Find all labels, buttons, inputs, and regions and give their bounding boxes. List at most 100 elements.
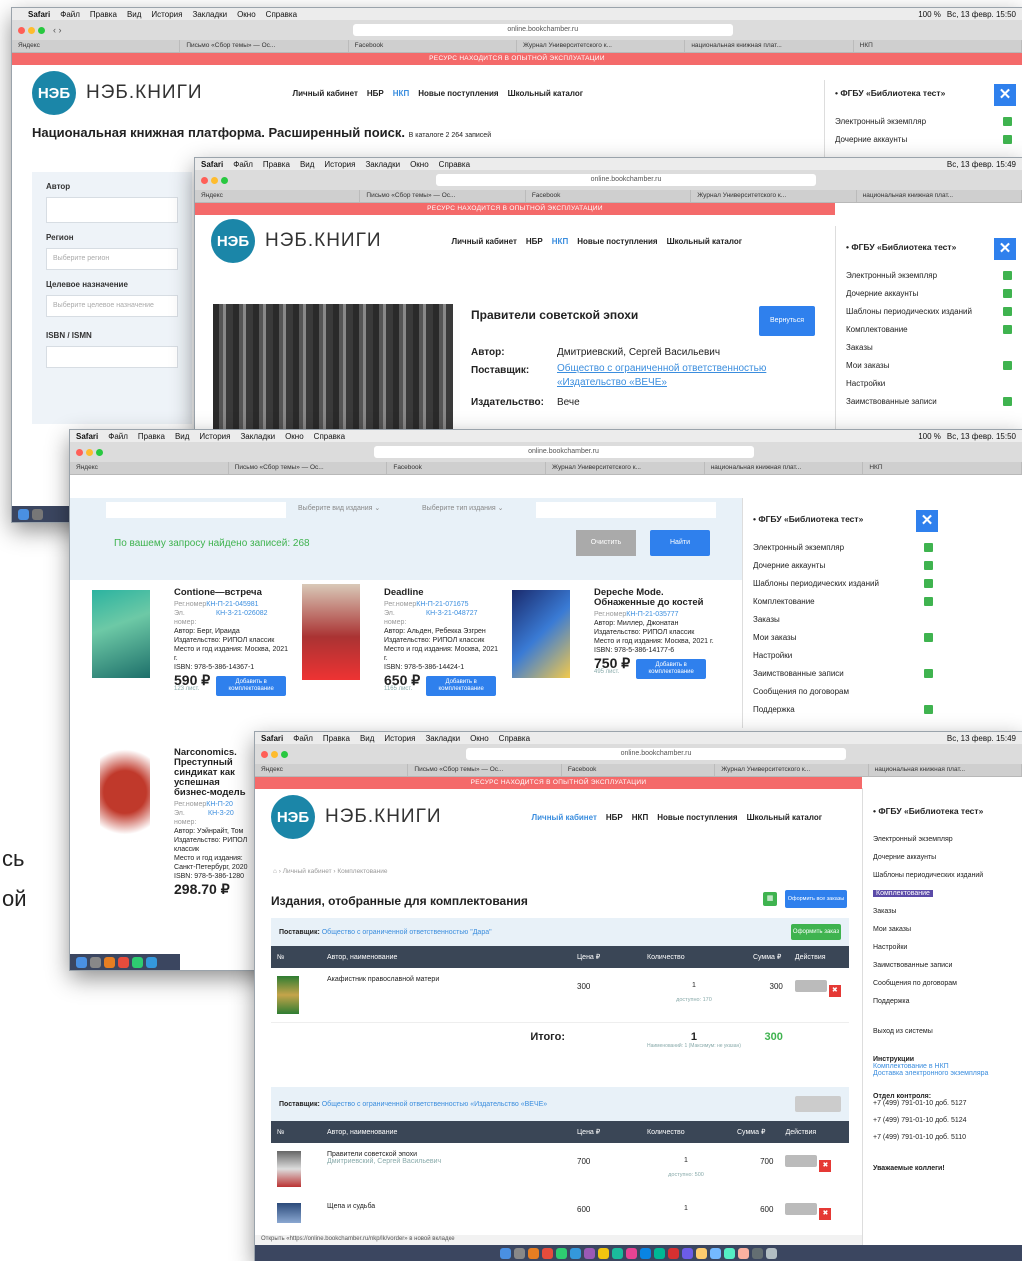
plus-icon[interactable] [1003,360,1012,370]
filter-input-2[interactable] [536,502,716,518]
menu-history[interactable]: История [384,734,415,743]
menu-edit[interactable]: Правка [263,160,290,169]
book-title[interactable]: Narconomics. Преступный синдикат как усп… [174,748,256,798]
delete-icon[interactable]: ✖ [819,1208,832,1220]
tab-facebook[interactable]: Facebook [349,40,517,52]
menu-history[interactable]: История [324,160,355,169]
delete-icon[interactable]: ✖ [828,985,841,997]
nav-cabinet[interactable]: Личный кабинет [293,89,358,98]
back-button[interactable]: Вернуться [759,306,815,336]
menu-history[interactable]: История [151,10,182,19]
side-item-support[interactable]: Поддержка [753,700,933,718]
tab-journal[interactable]: Журнал Университетского к... [546,462,705,474]
instr-link-2[interactable]: Доставка электронного экземпляра [873,1070,1012,1077]
tab-nkp[interactable]: НКП [854,40,1022,52]
plus-icon[interactable] [924,578,933,588]
menu-app[interactable]: Safari [201,160,223,169]
row-name[interactable]: Правители советской эпохи [327,1151,565,1158]
email-3[interactable] [873,1141,1012,1151]
email-1[interactable] [873,1107,1012,1117]
menu-view[interactable]: Вид [360,734,374,743]
order-all-button[interactable]: Оформить все заказы [785,890,847,908]
el-value[interactable]: КН-З-21-048727 [426,609,478,627]
nav-new[interactable]: Новые поступления [577,237,657,246]
plus-icon[interactable] [1003,288,1012,298]
row-name[interactable]: Щепа и судьба [321,1195,571,1231]
plus-icon[interactable] [924,542,933,552]
side-item-child-accounts[interactable]: Дочерние аккаунты [835,130,1012,148]
menu-help[interactable]: Справка [314,432,345,441]
window-controls[interactable] [18,26,45,34]
menu-window[interactable]: Окно [285,432,304,441]
email-2[interactable] [873,1124,1012,1134]
menu-bookmarks[interactable]: Закладки [240,432,275,441]
side-item-templates[interactable]: Шаблоны периодических изданий [753,574,933,592]
cover-narconomics[interactable] [100,748,150,858]
side-item-eexemplar[interactable]: Электронный экземпляр [753,538,933,556]
supplier-link[interactable]: Общество с ограниченной ответственностью… [322,929,492,936]
tab-facebook[interactable]: Facebook [562,764,716,776]
menu-view[interactable]: Вид [300,160,314,169]
plus-icon[interactable] [1003,134,1012,144]
kind-select[interactable]: Выберите вид издания ⌄ [298,504,380,512]
menu-file[interactable]: Файл [293,734,313,743]
tab-yandex[interactable]: Яндекс [255,764,409,776]
clear-button[interactable]: Очистить [576,530,636,556]
menu-history[interactable]: История [199,432,230,441]
side-item-templates[interactable]: Шаблоны периодических изданий [846,302,1012,320]
menu-edit[interactable]: Правка [90,10,117,19]
side-item-support[interactable]: Поддержка [873,992,1012,1010]
tab-mail[interactable]: Письмо «Сбор темы» — Ос... [408,764,562,776]
side-item-orders[interactable]: Заказы [846,338,1012,356]
isbn-input[interactable] [46,346,178,368]
tab-mail[interactable]: Письмо «Сбор темы» — Ос... [360,190,526,202]
menu-file[interactable]: Файл [233,160,253,169]
cover-deadline[interactable] [302,584,360,680]
close-icon[interactable]: ✕ [994,238,1016,260]
tab-journal[interactable]: Журнал Университетского к... [691,190,857,202]
add-to-acquisition-button[interactable]: Добавить в комплектование [216,676,287,696]
side-item-my-orders[interactable]: Мои заказы [753,628,933,646]
qty-input[interactable]: 1 [647,982,741,989]
add-to-acquisition-button[interactable]: Добавить в комплектование [636,659,707,679]
reg-value[interactable]: КН-П-21-035777 [626,611,678,618]
cover-depeche[interactable] [512,590,570,678]
nav-cabinet[interactable]: Личный кабинет [452,237,517,246]
order-button[interactable]: Оформить заказ [791,924,841,940]
tab-yandex[interactable]: Яндекс [70,462,229,474]
side-item-orders[interactable]: Заказы [873,902,1012,920]
menu-help[interactable]: Справка [499,734,530,743]
window-controls[interactable] [76,448,103,456]
back-forward-icon[interactable]: ‹ › [53,25,62,35]
plus-icon[interactable] [1003,324,1012,334]
el-value[interactable]: КН-З-20 [208,809,234,827]
tab-nkp[interactable]: НКП [863,462,1022,474]
menu-edit[interactable]: Правка [323,734,350,743]
side-item-eexemplar[interactable]: Электронный экземпляр [835,112,1012,130]
book-title[interactable]: Deadline [384,588,502,598]
menu-app[interactable]: Safari [28,10,50,19]
region-select[interactable]: Выберите регион [46,248,178,270]
purpose-select[interactable]: Выберите целевое назначение [46,295,178,317]
filter-input[interactable] [106,502,286,518]
tab-yandex[interactable]: Яндекс [12,40,181,52]
book-title[interactable]: Depeche Mode. Обнаженные до костей [594,588,724,608]
address-bar[interactable]: online.bookchamber.ru [352,24,733,36]
edit-button[interactable] [785,1155,818,1167]
nav-new[interactable]: Новые поступления [657,813,737,822]
menu-view[interactable]: Вид [127,10,141,19]
edit-button[interactable] [785,1203,818,1215]
tab-facebook[interactable]: Facebook [387,462,547,474]
side-item-child-accounts[interactable]: Дочерние аккаунты [753,556,933,574]
neb-logo[interactable]: НЭБ [32,71,76,115]
window-controls[interactable] [201,176,228,184]
nav-nkp[interactable]: НКП [632,813,648,822]
side-item-acquisition[interactable]: Комплектование [873,884,1012,902]
address-bar[interactable]: online.bookchamber.ru [466,748,846,760]
reg-value[interactable]: КН-П-21-045981 [206,601,258,608]
reg-value[interactable]: КН-П-20 [206,801,233,808]
menu-bookmarks[interactable]: Закладки [192,10,227,19]
instr-link-1[interactable]: Комплектование в НКП [873,1063,1012,1070]
menu-window[interactable]: Окно [470,734,489,743]
tab-platform[interactable]: национальная книжная плат... [685,40,854,52]
